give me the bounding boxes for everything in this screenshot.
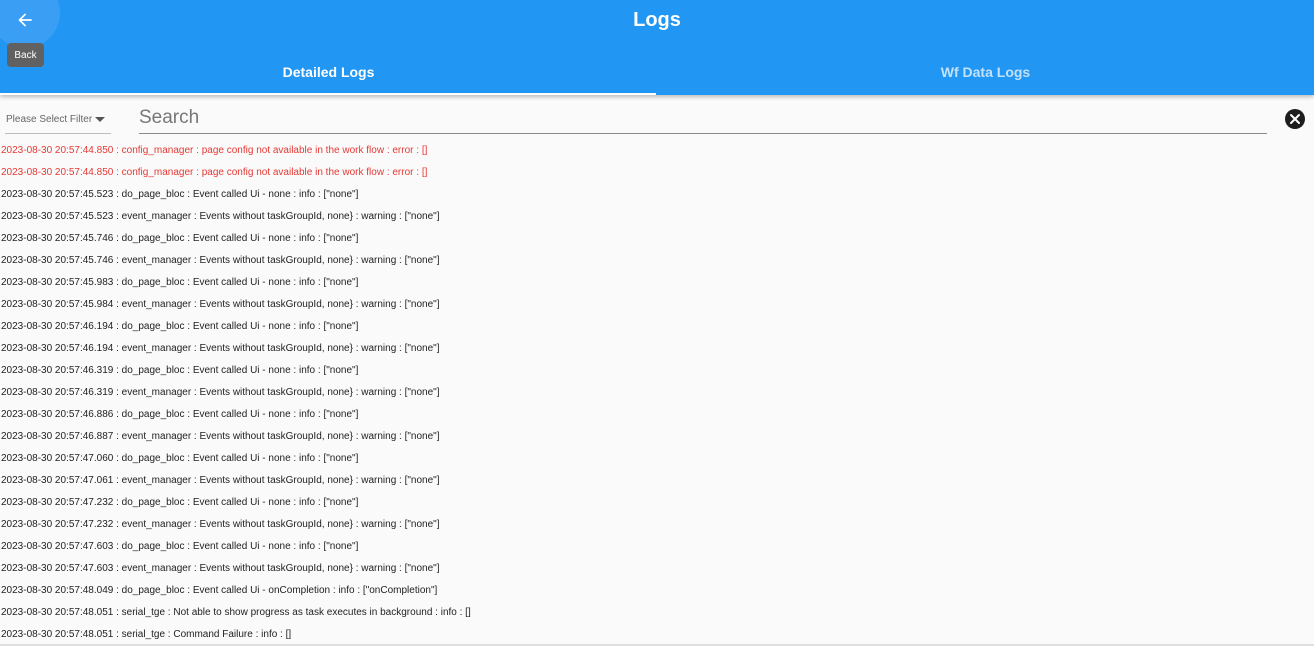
- log-row: 2023-08-30 20:57:47.232 : do_page_bloc :…: [1, 497, 359, 508]
- tab-label: Detailed Logs: [282, 63, 375, 80]
- log-row: 2023-08-30 20:57:48.049 : do_page_bloc :…: [1, 585, 438, 596]
- tab-wf-data-logs[interactable]: Wf Data Logs: [657, 48, 1314, 95]
- log-list[interactable]: 2023-08-30 20:57:44.850 : config_manager…: [1, 140, 1311, 646]
- log-row: 2023-08-30 20:57:46.887 : event_manager …: [1, 431, 440, 442]
- log-row: 2023-08-30 20:57:45.523 : do_page_bloc :…: [1, 189, 359, 200]
- filter-dropdown[interactable]: Please Select Filter: [5, 109, 111, 134]
- log-row: 2023-08-30 20:57:46.319 : do_page_bloc :…: [1, 365, 359, 376]
- log-row: 2023-08-30 20:57:44.850 : config_manager…: [1, 145, 428, 156]
- log-row: 2023-08-30 20:57:46.886 : do_page_bloc :…: [1, 409, 359, 420]
- filter-placeholder: Please Select Filter: [6, 114, 93, 125]
- log-row: 2023-08-30 20:57:46.194 : event_manager …: [1, 343, 440, 354]
- log-row: 2023-08-30 20:57:45.746 : do_page_bloc :…: [1, 233, 359, 244]
- tab-detailed-logs[interactable]: Detailed Logs: [0, 48, 657, 95]
- close-icon: [1290, 114, 1300, 124]
- log-row: 2023-08-30 20:57:45.983 : do_page_bloc :…: [1, 277, 359, 288]
- clear-search-button[interactable]: [1285, 109, 1305, 129]
- log-row: 2023-08-30 20:57:45.746 : event_manager …: [1, 255, 440, 266]
- log-row: 2023-08-30 20:57:48.051 : serial_tge : N…: [1, 607, 471, 618]
- log-row: 2023-08-30 20:57:47.061 : event_manager …: [1, 475, 440, 486]
- log-row: 2023-08-30 20:57:45.523 : event_manager …: [1, 211, 440, 222]
- log-row: 2023-08-30 20:57:46.194 : do_page_bloc :…: [1, 321, 359, 332]
- tab-indicator: [0, 93, 656, 95]
- log-row: 2023-08-30 20:57:47.603 : do_page_bloc :…: [1, 541, 359, 552]
- log-row: 2023-08-30 20:57:47.232 : event_manager …: [1, 519, 440, 530]
- log-row: 2023-08-30 20:57:47.060 : do_page_bloc :…: [1, 453, 359, 464]
- log-row: 2023-08-30 20:57:48.051 : serial_tge : C…: [1, 629, 292, 640]
- search-input[interactable]: [139, 102, 1267, 134]
- tab-label: Wf Data Logs: [940, 63, 1031, 80]
- log-row: 2023-08-30 20:57:47.603 : event_manager …: [1, 563, 440, 574]
- app-bar: Back Logs Detailed Logs Wf Data Logs: [0, 0, 1314, 95]
- log-row: 2023-08-30 20:57:45.984 : event_manager …: [1, 299, 440, 310]
- log-row: 2023-08-30 20:57:44.850 : config_manager…: [1, 167, 428, 178]
- page-title: Logs: [633, 9, 681, 31]
- log-row: 2023-08-30 20:57:46.319 : event_manager …: [1, 387, 440, 398]
- caret-down-icon: [95, 117, 105, 122]
